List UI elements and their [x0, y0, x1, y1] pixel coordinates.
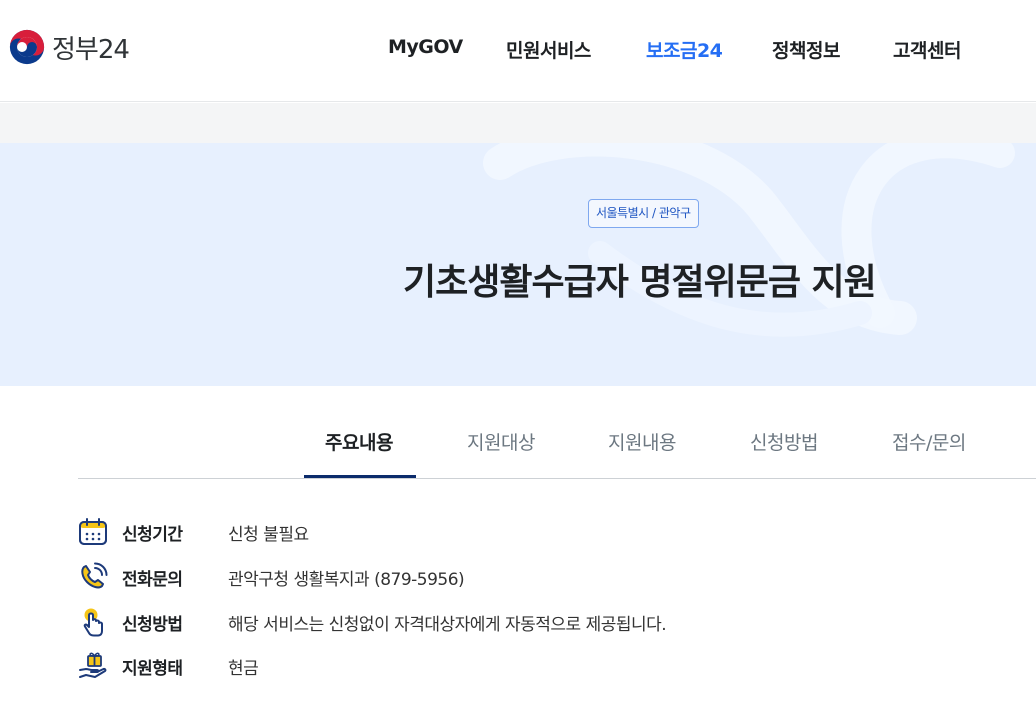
- info-label: 지원형태: [122, 658, 183, 679]
- site-header: 정부24 MyGOV 민원서비스 보조금24 정책정보 고객센터: [0, 0, 1036, 102]
- content-tabs: 주요내용 지원대상 지원내용 신청방법 접수/문의: [78, 386, 1036, 479]
- logo-text: 정부24: [52, 34, 130, 65]
- info-row-application-period: 신청기간 신청 불필요: [78, 516, 309, 548]
- nav-policy-info[interactable]: 정책정보: [772, 36, 840, 63]
- tab-how-to-apply[interactable]: 신청방법: [750, 428, 818, 455]
- nav-customer-center[interactable]: 고객센터: [893, 36, 961, 63]
- taegeuk-emblem-icon: [9, 29, 45, 65]
- tab-support-details[interactable]: 지원내용: [608, 428, 676, 455]
- home-logo-link[interactable]: 정부24: [8, 28, 130, 66]
- info-row-phone: 전화문의 관악구청 생활복지과 (879-5956): [78, 561, 465, 593]
- info-label: 신청기간: [122, 524, 183, 545]
- info-value: 신청 불필요: [228, 524, 309, 545]
- nav-civil-service[interactable]: 민원서비스: [506, 36, 591, 63]
- info-value: 관악구청 생활복지과 (879-5956): [228, 569, 465, 590]
- hand-pointer-icon: [83, 608, 103, 637]
- page-title: 기초생활수급자 명절위문금 지원: [403, 262, 877, 303]
- nav-mygov[interactable]: MyGOV: [388, 36, 463, 58]
- info-row-support-type: 지원형태 현금: [78, 650, 259, 682]
- info-label: 전화문의: [122, 569, 183, 590]
- info-label: 신청방법: [122, 614, 183, 635]
- calendar-icon: [79, 518, 107, 545]
- nav-subsidy24[interactable]: 보조금24: [646, 36, 723, 63]
- tab-eligibility[interactable]: 지원대상: [467, 428, 535, 455]
- region-badge: 서울특별시 / 관악구: [588, 199, 699, 228]
- hero-banner: 서울특별시 / 관악구 기초생활수급자 명절위문금 지원: [0, 143, 1036, 386]
- info-row-how-to-apply: 신청방법 해당 서비스는 신청없이 자격대상자에게 자동적으로 제공됩니다.: [78, 606, 667, 638]
- tab-contact[interactable]: 접수/문의: [892, 428, 966, 455]
- info-value: 해당 서비스는 신청없이 자격대상자에게 자동적으로 제공됩니다.: [228, 614, 667, 635]
- phone-icon: [81, 562, 108, 589]
- info-value: 현금: [228, 658, 259, 679]
- active-tab-indicator: [304, 475, 416, 478]
- header-divider-strip: [0, 103, 1036, 143]
- tab-main-content[interactable]: 주요내용: [325, 428, 393, 455]
- hand-gift-icon: [79, 652, 107, 678]
